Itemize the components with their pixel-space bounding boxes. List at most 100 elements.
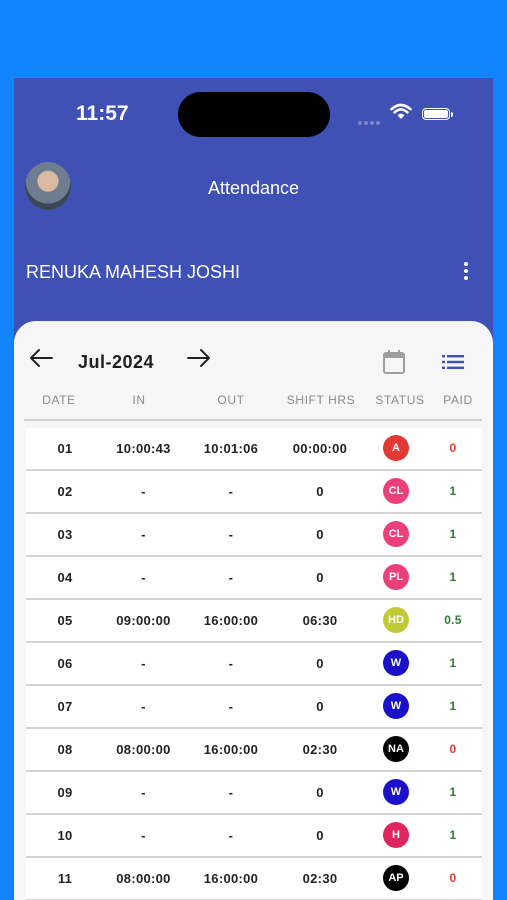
in-time-cell: - (141, 699, 146, 714)
in-time-cell: - (141, 527, 146, 542)
table-row[interactable]: 04 - - 0 PL 1 (26, 557, 482, 600)
out-time-cell: - (228, 484, 234, 499)
date-cell: 07 (57, 699, 73, 714)
table-row[interactable]: 01 10:00:43 10:01:06 00:00:00 A 0 (26, 428, 482, 471)
out-time-cell: - (228, 570, 234, 585)
table-row[interactable]: 06 - - 0 W 1 (26, 643, 482, 686)
out-time-cell: 10:01:06 (203, 441, 259, 456)
signal-icon (358, 112, 382, 130)
date-cell: 05 (57, 613, 73, 628)
date-cell: 06 (57, 656, 73, 671)
out-time-cell: - (228, 828, 234, 843)
app-screen: 11:57 Attendance RENUKA MAHESH JOSHI Jul… (14, 78, 493, 900)
out-time-cell: - (228, 527, 234, 542)
in-time-cell: 08:00:00 (116, 871, 171, 886)
calendar-icon[interactable] (382, 349, 406, 375)
shift-hours-cell: 0 (316, 828, 324, 843)
list-icon[interactable] (442, 355, 464, 369)
status-badge: NA (383, 736, 409, 762)
paid-cell: 1 (449, 656, 457, 670)
shift-hours-cell: 0 (316, 527, 324, 542)
table-row[interactable]: 11 08:00:00 16:00:00 02:30 AP 0 (26, 858, 482, 900)
date-cell: 03 (57, 527, 73, 542)
wifi-icon (390, 103, 412, 119)
shift-hours-cell: 02:30 (302, 742, 338, 757)
paid-cell: 1 (449, 828, 457, 842)
table-row[interactable]: 07 - - 0 W 1 (26, 686, 482, 729)
paid-cell: 0 (449, 441, 457, 455)
status-badge: H (383, 822, 409, 848)
shift-hours-cell: 00:00:00 (292, 441, 348, 456)
date-cell: 10 (57, 828, 73, 843)
status-badge: AP (383, 865, 409, 891)
status-badge: PL (383, 564, 409, 590)
date-cell: 01 (57, 441, 73, 456)
in-time-cell: - (141, 785, 146, 800)
table-header: DATE IN OUT SHIFT HRS STATUS PAID (24, 393, 482, 421)
shift-hours-cell: 02:30 (302, 871, 338, 886)
table-row[interactable]: 08 08:00:00 16:00:00 02:30 NA 0 (26, 729, 482, 772)
table-row[interactable]: 10 - - 0 H 1 (26, 815, 482, 858)
shift-hours-cell: 06:30 (302, 613, 338, 628)
date-cell: 02 (57, 484, 73, 499)
paid-cell: 1 (449, 785, 457, 799)
status-badge: W (383, 650, 409, 676)
shift-hours-cell: 0 (316, 570, 324, 585)
table-row[interactable]: 02 - - 0 CL 1 (26, 471, 482, 514)
battery-icon (422, 108, 453, 120)
out-time-cell: 16:00:00 (203, 742, 259, 757)
arrow-right-icon[interactable] (186, 348, 212, 368)
date-cell: 11 (57, 871, 73, 886)
month-navigation: Jul-2024 (14, 321, 493, 381)
more-vertical-icon[interactable] (458, 260, 474, 286)
arrow-left-icon[interactable] (28, 348, 54, 368)
column-header-shift-hrs: SHIFT HRS (286, 393, 356, 407)
out-time-cell: 16:00:00 (203, 613, 259, 628)
paid-cell: 1 (449, 570, 457, 584)
paid-cell: 1 (449, 527, 457, 541)
month-label: Jul-2024 (78, 352, 155, 372)
table-row[interactable]: 05 09:00:00 16:00:00 06:30 HD 0.5 (26, 600, 482, 643)
out-time-cell: - (228, 656, 234, 671)
in-time-cell: - (141, 828, 146, 843)
date-cell: 08 (57, 742, 73, 757)
column-header-out: OUT (217, 393, 245, 407)
paid-cell: 1 (449, 699, 457, 713)
shift-hours-cell: 0 (316, 656, 324, 671)
status-badge: W (383, 693, 409, 719)
column-header-date: DATE (42, 393, 76, 407)
out-time-cell: - (228, 785, 234, 800)
status-badge: HD (383, 607, 409, 633)
paid-cell: 1 (449, 484, 457, 498)
in-time-cell: - (141, 484, 146, 499)
paid-cell: 0 (449, 742, 457, 756)
in-time-cell: 09:00:00 (116, 613, 171, 628)
paid-cell: 0.5 (444, 613, 462, 627)
column-header-paid: PAID (443, 393, 473, 407)
status-badge: CL (383, 521, 409, 547)
out-time-cell: - (228, 699, 234, 714)
column-header-in: IN (132, 393, 146, 407)
date-cell: 04 (57, 570, 73, 585)
in-time-cell: - (141, 570, 146, 585)
in-time-cell: 08:00:00 (116, 742, 171, 757)
status-bar: 11:57 (14, 78, 493, 150)
status-badge: W (383, 779, 409, 805)
dynamic-island (178, 92, 330, 137)
paid-cell: 0 (449, 871, 457, 885)
attendance-rows: 01 10:00:43 10:01:06 00:00:00 A 0 02 - -… (26, 428, 482, 900)
in-time-cell: 10:00:43 (116, 441, 171, 456)
status-badge: A (383, 435, 409, 461)
employee-name: RENUKA MAHESH JOSHI (26, 262, 241, 282)
shift-hours-cell: 0 (316, 785, 324, 800)
date-cell: 09 (57, 785, 73, 800)
page-title: Attendance (207, 178, 300, 198)
attendance-card: Jul-2024 DATE IN OUT SHIFT HRS STATUS PA… (14, 321, 493, 900)
table-row[interactable]: 03 - - 0 CL 1 (26, 514, 482, 557)
shift-hours-cell: 0 (316, 484, 324, 499)
column-header-status: STATUS (375, 393, 425, 407)
table-row[interactable]: 09 - - 0 W 1 (26, 772, 482, 815)
status-time: 11:57 (76, 102, 129, 125)
out-time-cell: 16:00:00 (203, 871, 259, 886)
in-time-cell: - (141, 656, 146, 671)
